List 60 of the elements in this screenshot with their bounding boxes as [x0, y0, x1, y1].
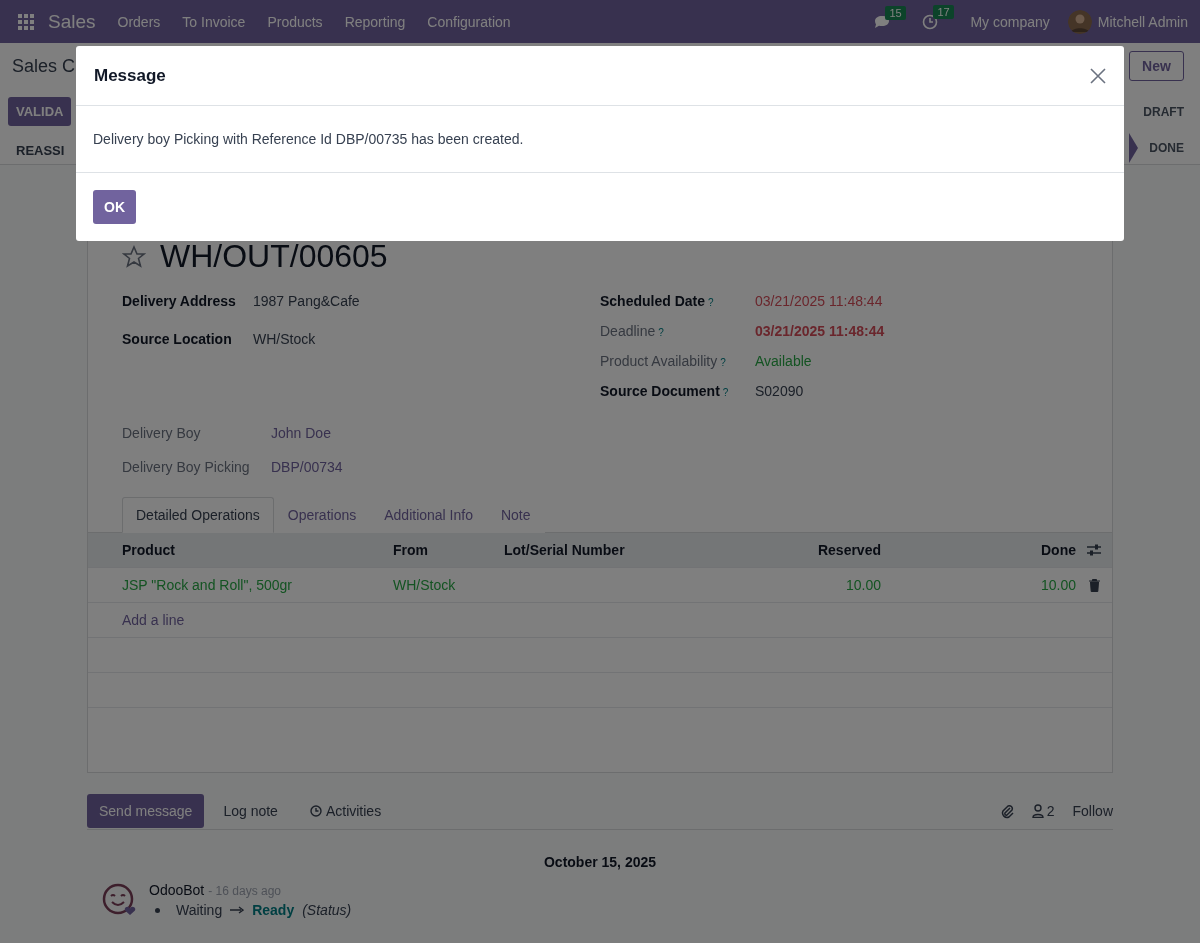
user-name[interactable]: Mitchell Admin: [1097, 13, 1188, 30]
followers-count[interactable]: 2: [1046, 803, 1055, 819]
dialog-message: Delivery boy Picking with Reference Id DBP/00735 has been created.: [93, 131, 524, 147]
action-button[interactable]: REASSI: [8, 136, 73, 165]
table-cell-text: WH/Stock: [392, 577, 457, 593]
messages-count-badge: 15: [885, 5, 906, 20]
column-header[interactable]: From: [381, 542, 492, 558]
status-stage[interactable]: DRAFT: [1139, 97, 1184, 127]
field-value: 1987 Pang&Cafe: [253, 293, 360, 309]
help-tooltip[interactable]: ?: [708, 297, 714, 308]
field-label: Source Location: [122, 331, 233, 347]
field-label: Source Document: [600, 383, 720, 399]
notebook-tab[interactable]: Detailed Operations: [122, 497, 274, 533]
follow-button[interactable]: Follow: [1072, 803, 1113, 819]
record-title: WH/OUT/00605: [160, 238, 388, 275]
menu-item[interactable]: Products: [267, 13, 323, 30]
new-button[interactable]: New: [1129, 51, 1184, 81]
tracked-field: (Status): [302, 902, 352, 918]
menu-item[interactable]: Orders: [117, 13, 161, 30]
field-value: Available: [755, 353, 812, 369]
company-switcher[interactable]: My company: [970, 13, 1050, 30]
date-separator: October 15, 2025: [542, 853, 658, 872]
field-label: Deadline: [600, 323, 656, 339]
menu-item[interactable]: To Invoice: [182, 13, 246, 30]
ok-button[interactable]: OK: [93, 190, 136, 224]
old-value: Waiting: [176, 902, 223, 918]
chatter-tab[interactable]: Log note: [210, 793, 291, 829]
field-label: Product Availability: [600, 353, 718, 369]
menu-item[interactable]: Configuration: [427, 13, 511, 30]
menu-item[interactable]: Reporting: [344, 13, 406, 30]
column-header[interactable]: Reserved: [729, 542, 881, 558]
field-value[interactable]: DBP/00734: [271, 459, 343, 475]
message-author[interactable]: OdooBot: [149, 882, 205, 898]
column-header[interactable]: Done: [881, 542, 1076, 558]
help-tooltip[interactable]: ?: [720, 357, 726, 368]
help-tooltip[interactable]: ?: [722, 387, 729, 398]
column-header[interactable]: Product: [88, 542, 381, 558]
table-cell-text: 10.00: [844, 577, 881, 593]
field-label: Delivery Address: [122, 293, 237, 309]
status-stage[interactable]: DONE: [1140, 133, 1184, 163]
table-cell-text: JSP "Rock and Roll", 500gr: [121, 577, 293, 593]
column-header[interactable]: Lot/Serial Number: [492, 542, 729, 558]
add-line-link[interactable]: Add a line: [88, 612, 492, 628]
table-cell-text: 10.00: [1039, 577, 1076, 593]
field-value: WH/Stock: [253, 331, 316, 347]
activities-count-badge: 17: [933, 4, 954, 19]
field-label: Delivery Boy Picking: [122, 459, 251, 475]
field-value: 03/21/2025 11:48:44: [755, 293, 883, 309]
app-name[interactable]: Sales: [48, 10, 96, 33]
action-button[interactable]: VALIDA: [8, 97, 72, 126]
chatter-tab[interactable]: Activities: [296, 793, 395, 829]
field-value[interactable]: John Doe: [271, 425, 331, 441]
field-value: S02090: [755, 383, 804, 399]
field-label: Scheduled Date: [600, 293, 706, 309]
dialog-title: Message: [94, 65, 166, 86]
field-value: 03/21/2025 11:48:44: [755, 323, 885, 339]
new-value: Ready: [252, 902, 295, 918]
help-tooltip[interactable]: ?: [658, 327, 664, 338]
chatter-tab[interactable]: Send message: [87, 794, 205, 828]
field-label: Delivery Boy: [122, 425, 202, 441]
